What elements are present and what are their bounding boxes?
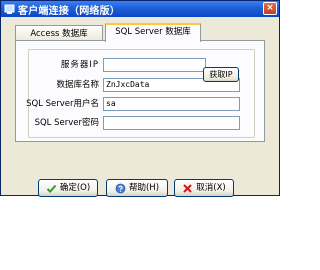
password-row: SQL Server密码	[29, 116, 99, 130]
help-button[interactable]: 帮助(H)	[106, 179, 168, 197]
fetch-ip-button[interactable]: 获取IP	[203, 67, 239, 82]
dialog-window: 客户端连接（网络版） × Access 数据库 SQL Server 数据库 服…	[0, 0, 280, 197]
help-icon	[115, 183, 126, 194]
tab-panel-sql-server: 服务器IP 数据库名称 ZnJxcData SQL Server用户名 sa S…	[15, 40, 265, 142]
checkmark-icon	[46, 183, 57, 194]
server-ip-input[interactable]	[103, 58, 206, 72]
server-ip-row: 服务器IP	[29, 58, 99, 72]
title-bar[interactable]: 客户端连接（网络版） ×	[1, 1, 279, 17]
cross-icon	[182, 183, 193, 194]
close-button[interactable]: ×	[263, 2, 277, 15]
username-input[interactable]: sa	[103, 97, 240, 111]
cancel-button[interactable]: 取消(X)	[174, 179, 234, 197]
ok-label: 确定(O)	[59, 183, 91, 193]
ok-button[interactable]: 确定(O)	[38, 179, 98, 197]
window-title: 客户端连接（网络版）	[18, 5, 120, 17]
connection-group: 服务器IP 数据库名称 ZnJxcData SQL Server用户名 sa S…	[26, 49, 255, 138]
cancel-label: 取消(X)	[196, 183, 226, 193]
app-icon	[4, 4, 15, 15]
password-label: SQL Server密码	[34, 118, 99, 128]
server-ip-label: 服务器IP	[60, 60, 99, 70]
database-name-label: 数据库名称	[56, 80, 99, 90]
username-label: SQL Server用户名	[26, 99, 99, 109]
tab-strip: Access 数据库 SQL Server 数据库	[15, 23, 265, 42]
tab-access[interactable]: Access 数据库	[15, 25, 103, 41]
password-input[interactable]	[103, 116, 240, 130]
tab-sql-server[interactable]: SQL Server 数据库	[105, 23, 201, 42]
database-name-row: 数据库名称	[29, 78, 99, 92]
username-row: SQL Server用户名	[26, 97, 99, 111]
help-label: 帮助(H)	[128, 183, 160, 193]
